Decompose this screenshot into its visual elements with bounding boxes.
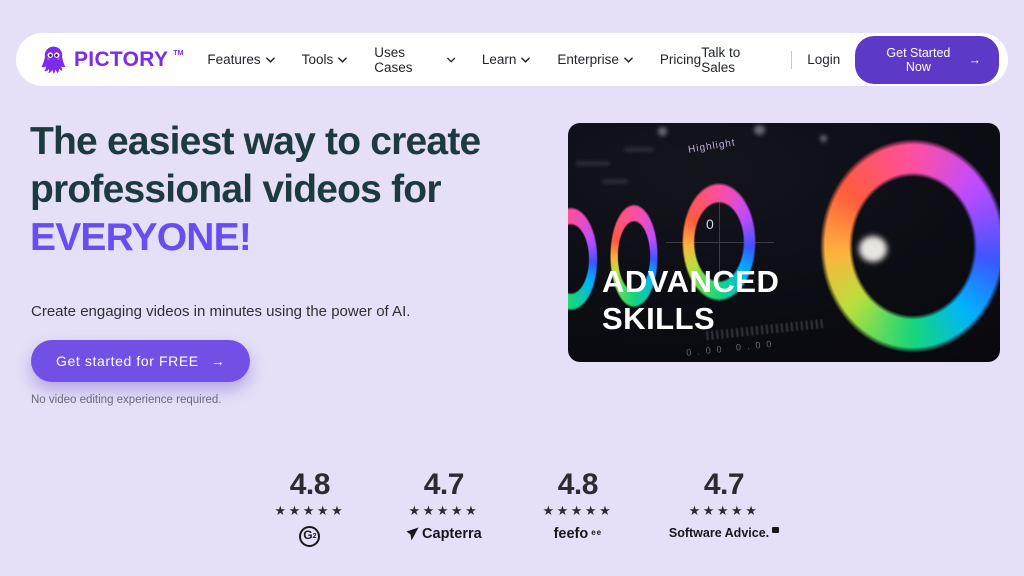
hero-title-highlight: EVERYONE! [30, 216, 251, 259]
software-advice-logo: Software Advice. [669, 526, 779, 540]
feefo-logo-dots: ee [591, 528, 602, 537]
blurred-knob-dot [754, 125, 765, 135]
rating-score: 4.8 [267, 468, 353, 502]
rating-score: 4.8 [535, 468, 621, 502]
rating-stars: ★★★★★ [669, 503, 779, 519]
nav-item-learn[interactable]: Learn [482, 52, 531, 67]
arrow-right-icon: → [211, 353, 226, 369]
highlight-label: Highlight [687, 137, 736, 155]
pictory-landing-page: PICTORY TM Features Tools Uses Cases Lea… [0, 0, 1024, 576]
blurred-ui-bar [624, 147, 654, 152]
rating-score: 4.7 [401, 468, 487, 502]
hero-title: The easiest way to create professional v… [30, 118, 550, 262]
overlay-title-line1: ADVANCED [602, 264, 779, 299]
rating-g2: 4.8 ★★★★★ G2 [267, 468, 353, 547]
color-wheel-large [813, 131, 1000, 361]
color-wheel-pointer-dot [859, 236, 887, 262]
feefo-logo: feefo ee [535, 526, 621, 542]
rating-stars: ★★★★★ [267, 503, 353, 519]
get-started-now-button[interactable]: Get Started Now → [855, 36, 999, 84]
hero-note: No video editing experience required. [31, 394, 222, 406]
rating-stars: ★★★★★ [401, 503, 487, 519]
capterra-logo: Capterra [401, 526, 487, 542]
octopus-logo-icon [38, 44, 69, 75]
blurred-ui-bar [576, 161, 610, 166]
login-link[interactable]: Login [807, 52, 840, 67]
blurred-knob-dot [658, 127, 667, 136]
hero-title-line1: The easiest way to create [30, 120, 480, 163]
nav-item-enterprise[interactable]: Enterprise [557, 52, 633, 67]
g2-letter: G [303, 528, 312, 543]
hero-video-thumbnail[interactable]: Highlight 0 ADVANCED SKILLS 0.00 0.00 [568, 123, 1000, 362]
capterra-wordmark: Capterra [422, 526, 482, 542]
g2-logo: G2 [267, 526, 353, 547]
chevron-down-icon [521, 57, 530, 63]
nav-links: Features Tools Uses Cases Learn Enterpri… [207, 45, 701, 75]
software-advice-wordmark: Software Advice. [669, 526, 769, 540]
get-started-now-label: Get Started Now [873, 46, 963, 74]
wheel-value: 0 [706, 216, 714, 232]
nav-item-pricing[interactable]: Pricing [660, 52, 701, 67]
chevron-down-icon [447, 57, 455, 63]
hero-subtitle: Create engaging videos in minutes using … [31, 303, 410, 320]
nav-item-label: Uses Cases [374, 45, 441, 75]
nav-item-label: Features [207, 52, 260, 67]
get-started-free-label: Get started for FREE [56, 353, 199, 369]
nav-item-label: Tools [302, 52, 334, 67]
nav-item-label: Enterprise [557, 52, 619, 67]
overlay-title-line2: SKILLS [602, 301, 715, 336]
feefo-wordmark: feefo [554, 526, 589, 542]
color-wheel [568, 203, 600, 315]
nav-item-tools[interactable]: Tools [302, 52, 348, 67]
navbar: PICTORY TM Features Tools Uses Cases Lea… [16, 33, 1008, 86]
blurred-ui-bar [602, 179, 628, 184]
nav-item-features[interactable]: Features [207, 52, 274, 67]
talk-to-sales-link[interactable]: Talk to Sales [701, 45, 776, 75]
ratings-row: 4.8 ★★★★★ G2 4.7 ★★★★★ Capterra 4.8 ★★★★… [0, 468, 1024, 547]
get-started-free-button[interactable]: Get started for FREE → [31, 340, 250, 382]
blurred-knob-dot [820, 135, 827, 142]
pictory-logo[interactable]: PICTORY TM [38, 44, 183, 75]
g2-logo-icon: G2 [299, 526, 320, 547]
nav-item-uses-cases[interactable]: Uses Cases [374, 45, 455, 75]
speech-bubble-icon [772, 527, 779, 533]
navbar-right: Talk to Sales Login Get Started Now → [701, 36, 999, 84]
chevron-down-icon [624, 57, 633, 63]
g2-sup: 2 [313, 529, 317, 544]
chevron-down-icon [266, 57, 275, 63]
brand-tm: TM [173, 50, 183, 57]
rating-feefo: 4.8 ★★★★★ feefo ee [535, 468, 621, 547]
wheel-bottom-values: 0.00 0.00 [686, 338, 778, 358]
nav-item-label: Pricing [660, 52, 701, 67]
rating-software-advice: 4.7 ★★★★★ Software Advice. [669, 468, 779, 547]
nav-item-label: Learn [482, 52, 517, 67]
brand-name: PICTORY [74, 48, 168, 72]
arrow-right-icon: → [969, 53, 982, 67]
capterra-logo-icon [406, 527, 419, 541]
rating-score: 4.7 [669, 468, 779, 502]
nav-divider [791, 51, 792, 69]
hero-title-line2: professional videos for [30, 168, 441, 211]
chevron-down-icon [338, 57, 347, 63]
rating-stars: ★★★★★ [535, 503, 621, 519]
rating-capterra: 4.7 ★★★★★ Capterra [401, 468, 487, 547]
